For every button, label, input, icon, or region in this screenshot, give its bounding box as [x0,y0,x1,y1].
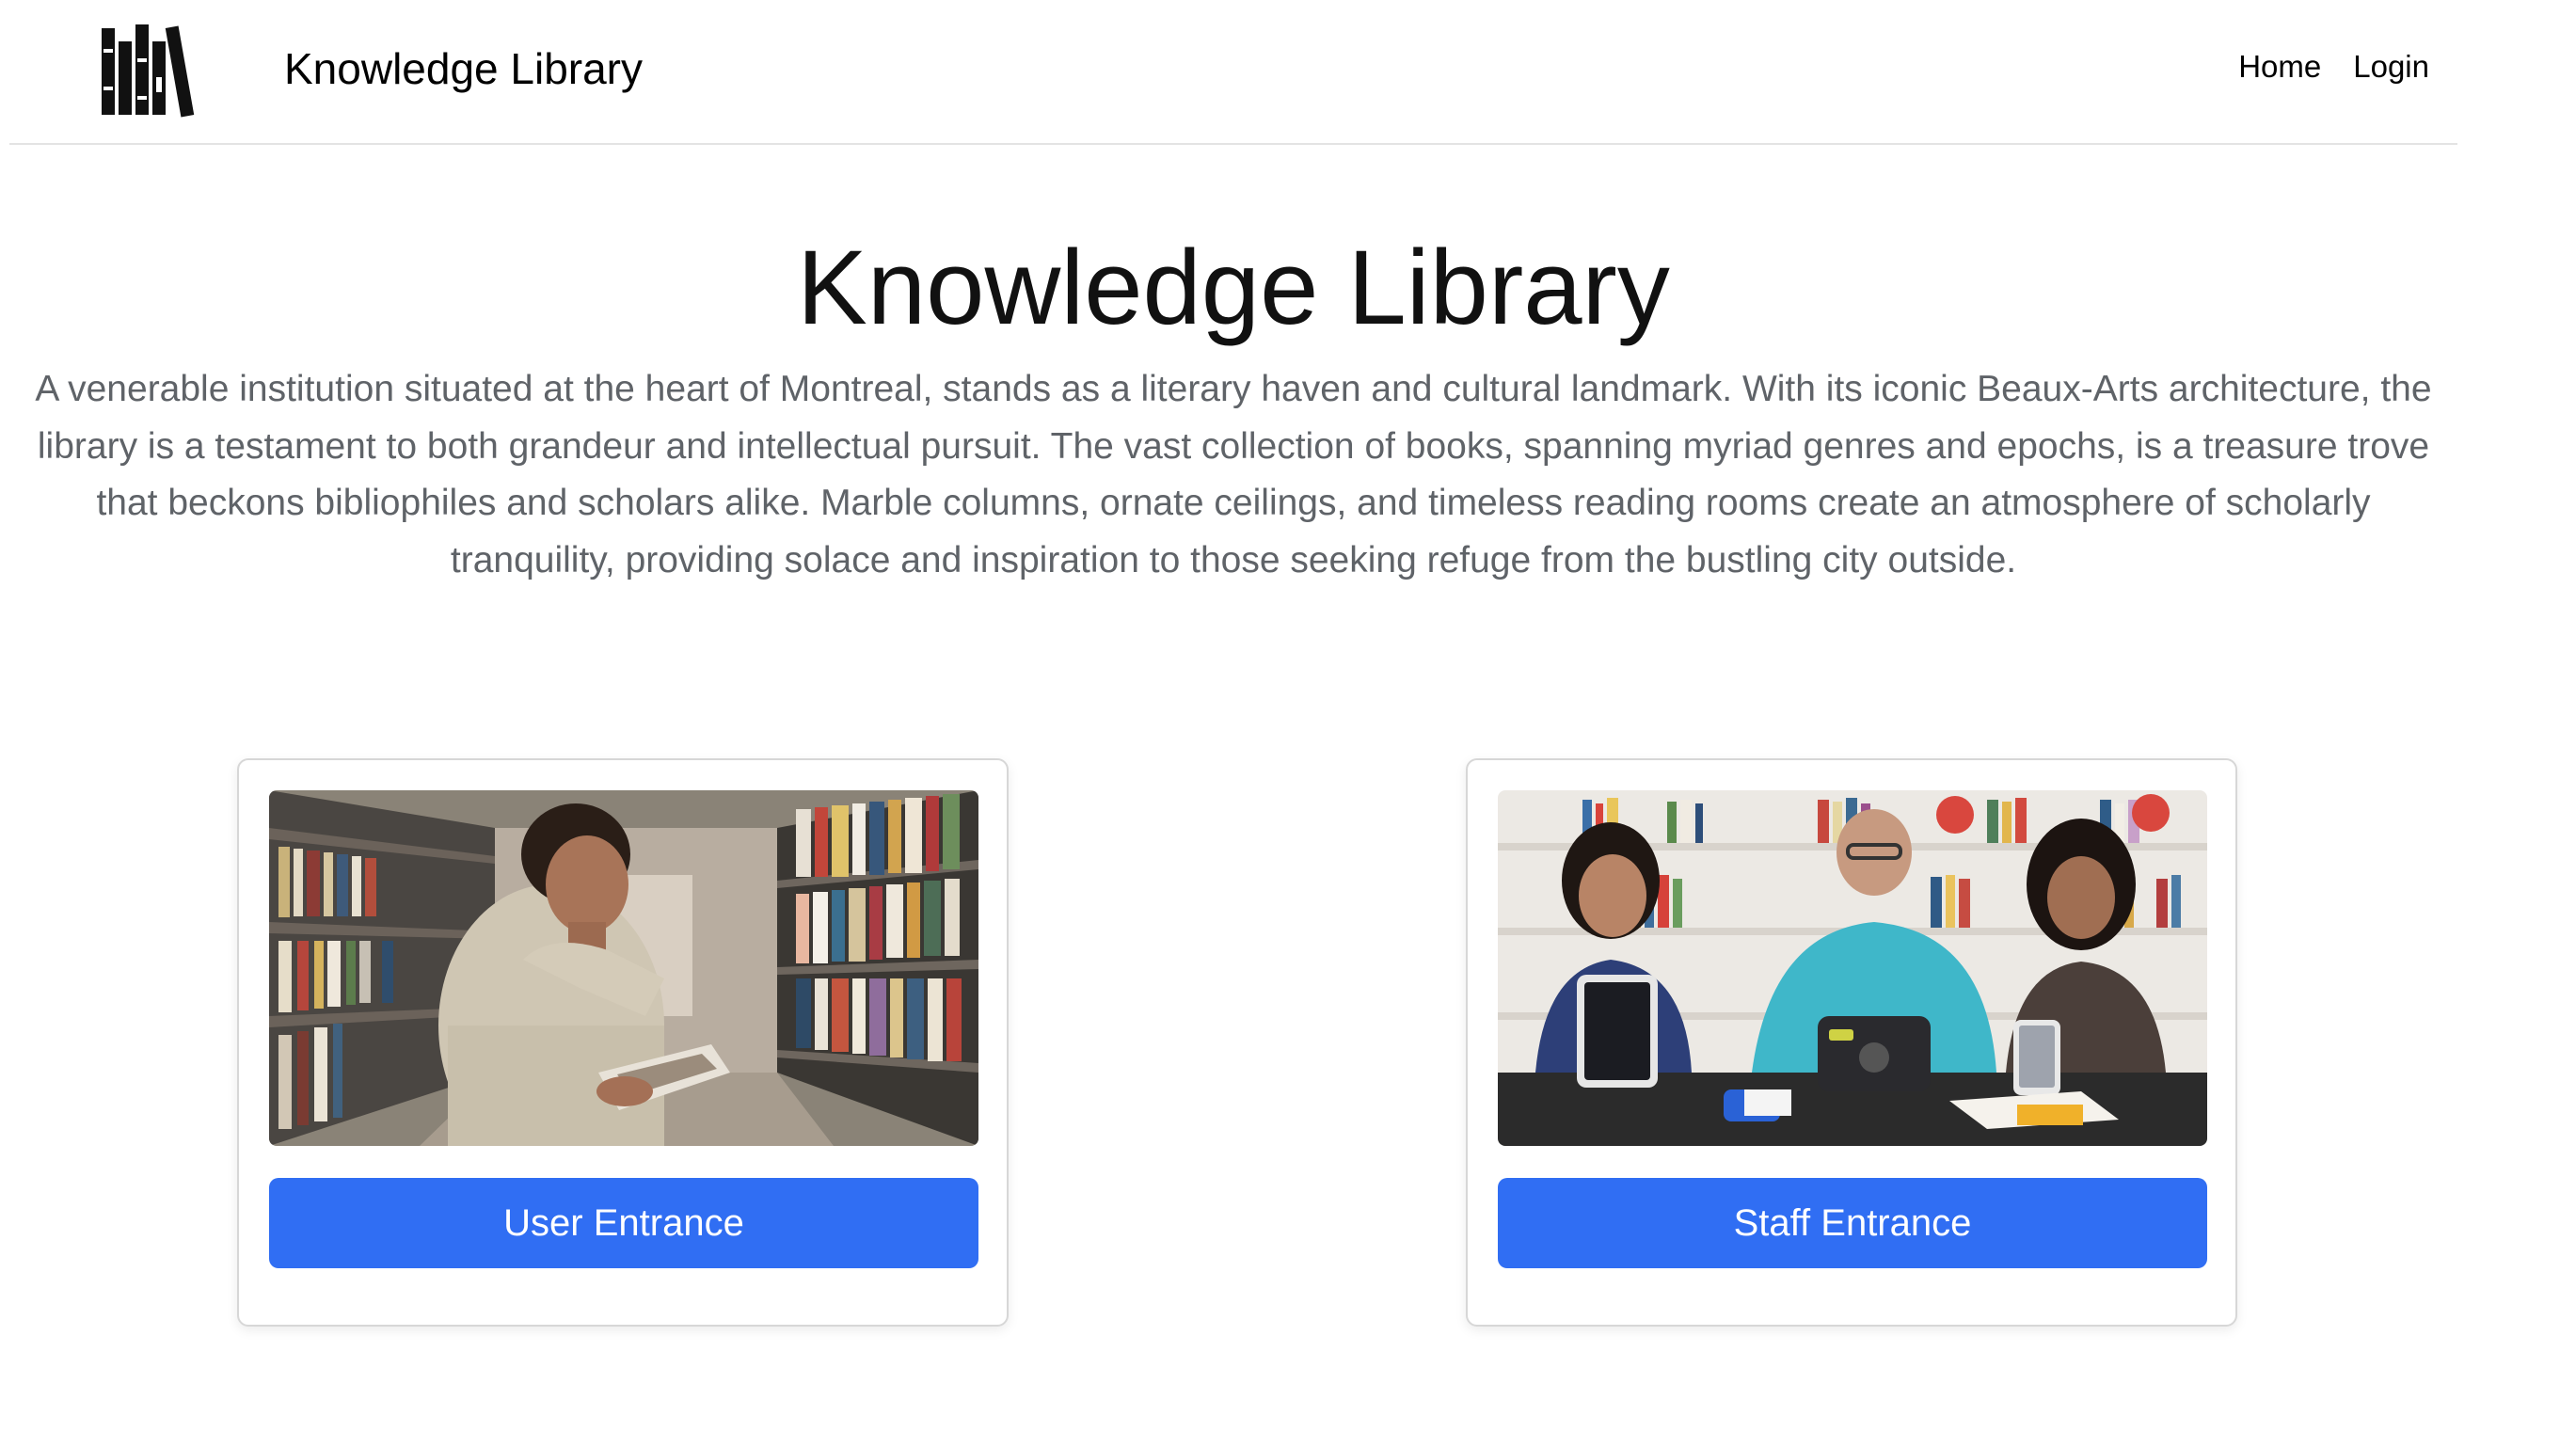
user-library-photo [269,790,978,1146]
books-icon[interactable] [100,21,205,119]
brand-name[interactable]: Knowledge Library [284,36,643,102]
library-description: A venerable institution situated at the … [35,369,2432,580]
navbar: Knowledge Library Home Login [9,0,2457,145]
user-entrance-button[interactable]: User Entrance [269,1178,978,1268]
page-title: Knowledge Library [797,229,1670,346]
staff-library-photo [1498,790,2207,1146]
nav-home-link[interactable]: Home [2238,43,2321,90]
nav-links: Home Login [2238,43,2429,90]
staff-entrance-button[interactable]: Staff Entrance [1498,1178,2207,1268]
nav-login-link[interactable]: Login [2353,43,2429,90]
staff-entrance-card: Staff Entrance [1466,758,2237,1327]
user-entrance-card: User Entrance [237,758,1009,1327]
